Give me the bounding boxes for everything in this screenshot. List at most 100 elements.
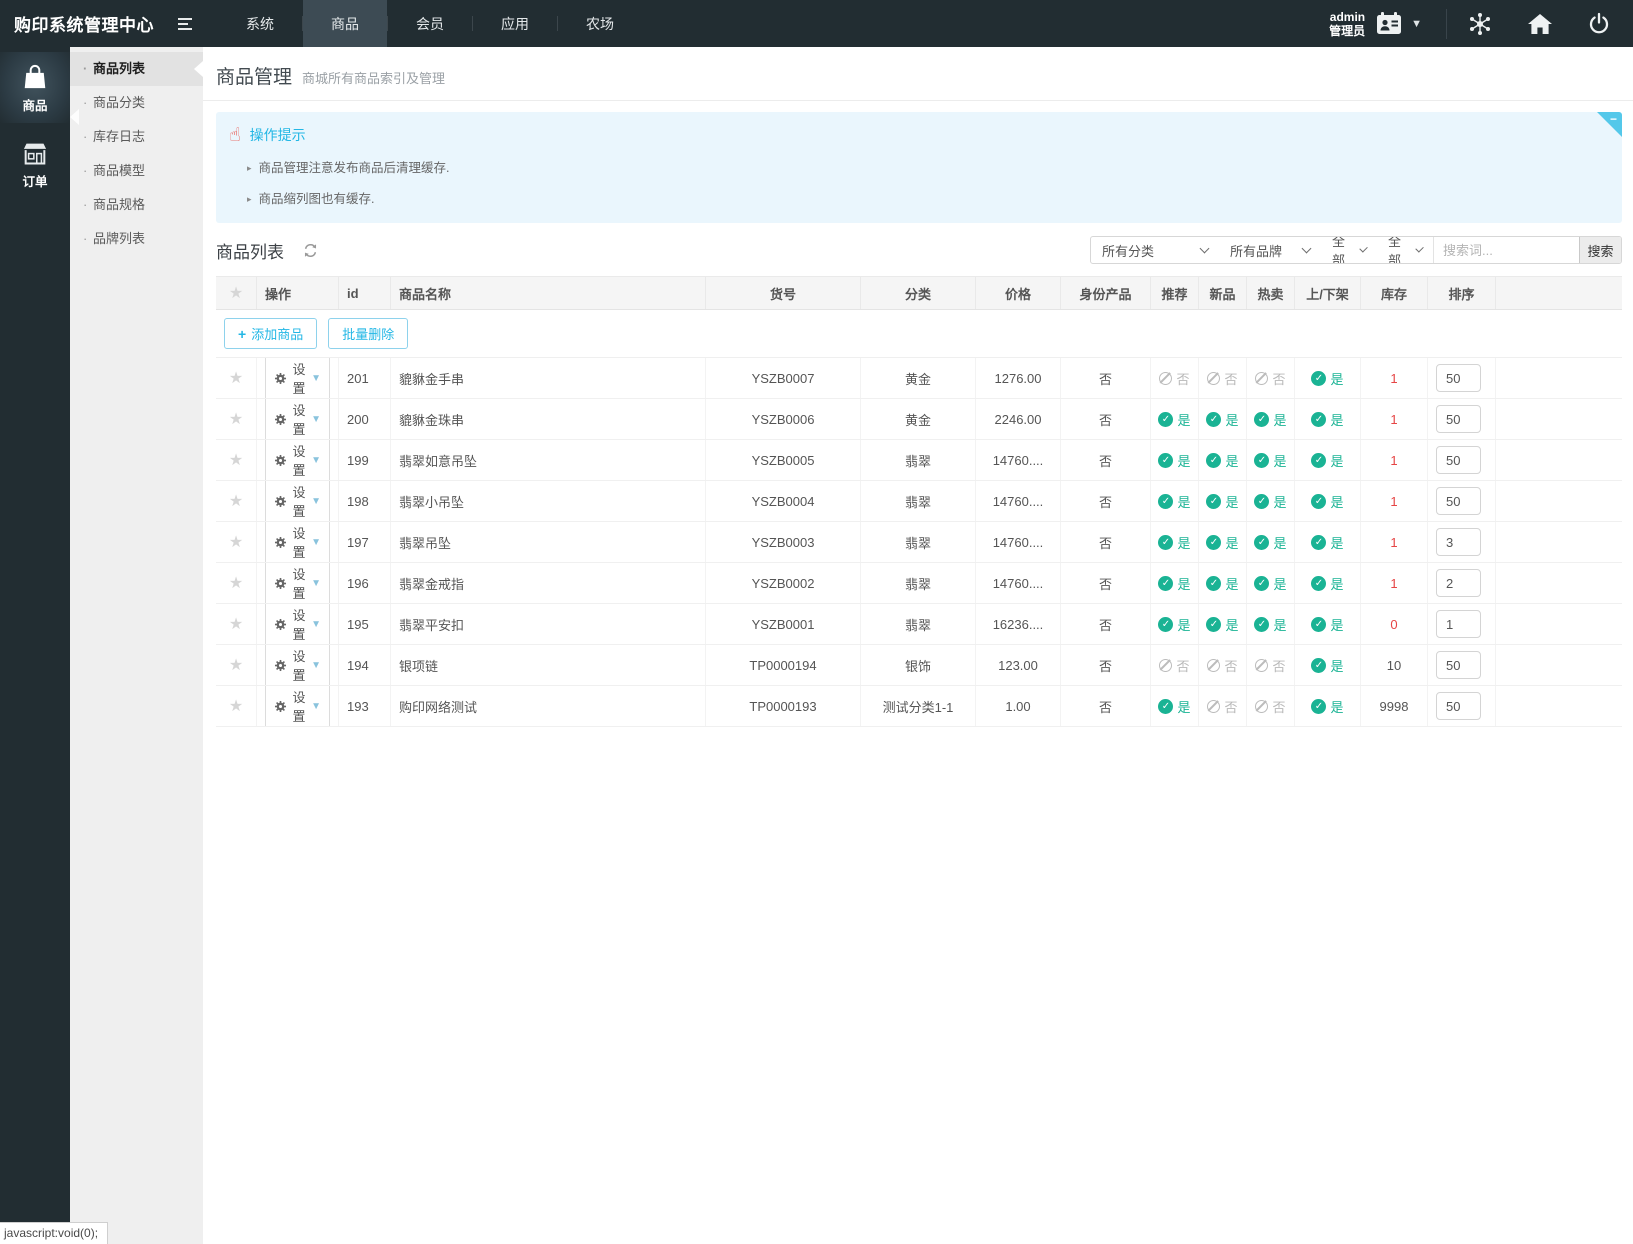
favorite-star-icon[interactable]: ★	[229, 655, 243, 675]
new-toggle[interactable]: 否	[1207, 656, 1237, 675]
home-icon[interactable]	[1527, 12, 1553, 36]
recommend-toggle[interactable]: 是	[1158, 410, 1190, 429]
hot-toggle[interactable]: 是	[1254, 410, 1286, 429]
row-settings-button[interactable]: 设置 ▼	[265, 645, 330, 685]
batch-delete-button[interactable]: 批量删除	[328, 318, 408, 349]
nav-item-farm[interactable]: 农场	[558, 0, 642, 47]
hot-toggle[interactable]: 是	[1254, 533, 1286, 552]
user-caret-down-icon[interactable]: ▼	[1411, 18, 1422, 30]
search-button[interactable]: 搜索	[1579, 237, 1621, 263]
new-toggle[interactable]: 是	[1206, 533, 1238, 552]
new-toggle[interactable]: 是	[1206, 410, 1238, 429]
submenu-item-goods-category[interactable]: 商品分类	[70, 86, 203, 120]
new-toggle[interactable]: 是	[1206, 492, 1238, 511]
favorite-star-icon[interactable]: ★	[229, 491, 243, 511]
favorite-star-icon[interactable]: ★	[229, 696, 243, 716]
recommend-toggle[interactable]: 是	[1158, 697, 1190, 716]
row-settings-button[interactable]: 设置 ▼	[265, 686, 330, 726]
submenu-item-goods-model[interactable]: 商品模型	[70, 154, 203, 188]
identity-product-flag: 否	[1060, 481, 1150, 521]
sidebar-item-orders[interactable]: 订单	[0, 128, 70, 199]
sort-input[interactable]	[1436, 528, 1481, 556]
row-settings-button[interactable]: 设置 ▼	[265, 481, 330, 521]
on-sale-toggle[interactable]: 是	[1311, 492, 1343, 511]
recommend-toggle[interactable]: 是	[1158, 451, 1190, 470]
sort-input[interactable]	[1436, 610, 1481, 638]
on-sale-toggle[interactable]: 是	[1311, 656, 1343, 675]
row-settings-button[interactable]: 设置 ▼	[265, 440, 330, 480]
status-select-2[interactable]: 全部	[1377, 237, 1433, 263]
sort-input[interactable]	[1436, 487, 1481, 515]
favorite-star-icon[interactable]: ★	[229, 368, 243, 388]
recommend-toggle[interactable]: 是	[1158, 574, 1190, 593]
submenu-item-brand-list[interactable]: 品牌列表	[70, 222, 203, 256]
status-icon	[1206, 576, 1221, 591]
network-icon[interactable]	[1467, 11, 1493, 37]
recommend-toggle[interactable]: 否	[1159, 369, 1189, 388]
sort-input[interactable]	[1436, 651, 1481, 679]
favorite-star-icon[interactable]: ★	[229, 409, 243, 429]
new-toggle[interactable]: 是	[1206, 574, 1238, 593]
stock-value: 1	[1360, 481, 1427, 521]
submenu-item-stock-log[interactable]: 库存日志	[70, 120, 203, 154]
favorite-star-icon[interactable]: ★	[229, 614, 243, 634]
brand-select[interactable]: 所有品牌	[1219, 237, 1321, 263]
new-toggle[interactable]: 否	[1207, 697, 1237, 716]
hot-toggle[interactable]: 是	[1254, 492, 1286, 511]
panel-head: 商品列表 所有分类 所有品牌 全部	[203, 223, 1633, 273]
on-sale-toggle[interactable]: 是	[1311, 410, 1343, 429]
category-select[interactable]: 所有分类	[1091, 237, 1219, 263]
sidebar-item-goods[interactable]: 商品	[0, 52, 70, 123]
nav-item-members[interactable]: 会员	[388, 0, 472, 47]
recommend-toggle[interactable]: 否	[1159, 656, 1189, 675]
hot-toggle[interactable]: 是	[1254, 574, 1286, 593]
new-toggle[interactable]: 否	[1207, 369, 1237, 388]
nav-item-system[interactable]: 系统	[218, 0, 302, 47]
favorite-star-icon[interactable]: ★	[229, 573, 243, 593]
caret-down-icon: ▼	[311, 373, 321, 384]
sort-input[interactable]	[1436, 446, 1481, 474]
new-toggle[interactable]: 是	[1206, 615, 1238, 634]
row-settings-button[interactable]: 设置 ▼	[265, 522, 330, 562]
row-settings-button[interactable]: 设置 ▼	[265, 563, 330, 603]
tips-collapse-minus[interactable]: −	[1610, 112, 1617, 126]
filler-cell	[1495, 481, 1622, 521]
hot-toggle[interactable]: 否	[1255, 656, 1285, 675]
recommend-toggle[interactable]: 是	[1158, 615, 1190, 634]
gear-icon	[274, 495, 287, 508]
sidebar-toggle-icon[interactable]	[178, 15, 196, 33]
id-card-icon[interactable]	[1375, 11, 1403, 37]
favorite-star-icon[interactable]: ★	[229, 450, 243, 470]
row-settings-button[interactable]: 设置 ▼	[265, 358, 330, 398]
row-settings-button[interactable]: 设置 ▼	[265, 399, 330, 439]
add-product-button[interactable]: + 添加商品	[224, 318, 317, 349]
refresh-icon[interactable]	[303, 243, 318, 258]
on-sale-toggle[interactable]: 是	[1311, 451, 1343, 470]
hot-toggle[interactable]: 是	[1254, 451, 1286, 470]
new-toggle[interactable]: 是	[1206, 451, 1238, 470]
sort-input[interactable]	[1436, 569, 1481, 597]
on-sale-toggle[interactable]: 是	[1311, 615, 1343, 634]
row-settings-button[interactable]: 设置 ▼	[265, 604, 330, 644]
hot-toggle[interactable]: 否	[1255, 369, 1285, 388]
sort-input[interactable]	[1436, 692, 1481, 720]
hot-toggle[interactable]: 否	[1255, 697, 1285, 716]
sort-input[interactable]	[1436, 405, 1481, 433]
product-price: 14760....	[975, 563, 1060, 603]
submenu-item-goods-list[interactable]: 商品列表	[70, 52, 203, 86]
on-sale-toggle[interactable]: 是	[1311, 533, 1343, 552]
nav-item-apps[interactable]: 应用	[473, 0, 557, 47]
favorite-star-icon[interactable]: ★	[229, 532, 243, 552]
search-input[interactable]	[1434, 243, 1579, 258]
sort-input[interactable]	[1436, 364, 1481, 392]
on-sale-toggle[interactable]: 是	[1311, 697, 1343, 716]
recommend-toggle[interactable]: 是	[1158, 533, 1190, 552]
on-sale-toggle[interactable]: 是	[1311, 574, 1343, 593]
submenu-item-goods-spec[interactable]: 商品规格	[70, 188, 203, 222]
recommend-toggle[interactable]: 是	[1158, 492, 1190, 511]
nav-item-goods[interactable]: 商品	[303, 0, 387, 47]
hot-toggle[interactable]: 是	[1254, 615, 1286, 634]
power-icon[interactable]	[1587, 12, 1611, 36]
status-select-1[interactable]: 全部	[1321, 237, 1377, 263]
on-sale-toggle[interactable]: 是	[1311, 369, 1343, 388]
